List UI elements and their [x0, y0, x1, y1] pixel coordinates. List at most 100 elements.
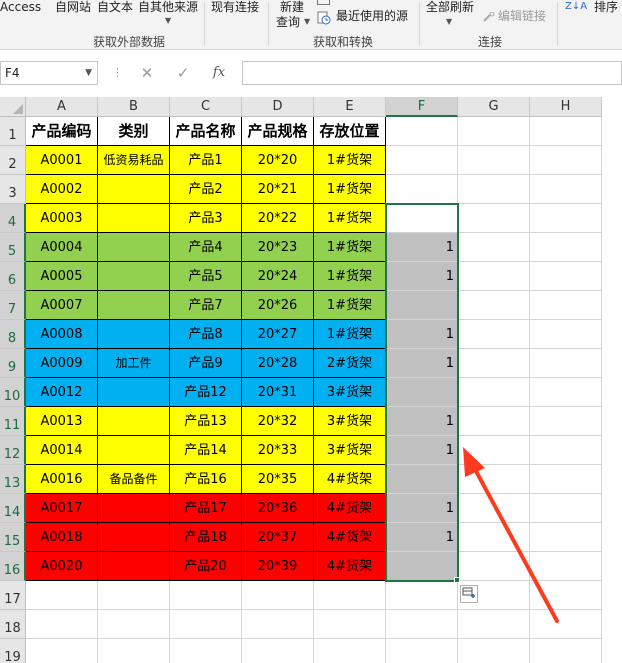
cell-e[interactable]: 1#货架: [314, 146, 386, 175]
cell-c[interactable]: 产品2: [170, 175, 242, 204]
cell-a[interactable]: A0013: [26, 407, 98, 436]
header-cell[interactable]: 产品编码: [26, 117, 98, 146]
cell-e[interactable]: 3#货架: [314, 436, 386, 465]
cell-b[interactable]: 备品备件: [98, 465, 170, 494]
cell-empty[interactable]: [386, 639, 458, 663]
column-header-f[interactable]: F: [386, 97, 458, 117]
cell-empty[interactable]: [242, 610, 314, 639]
cell-g[interactable]: [458, 204, 530, 233]
cell-a[interactable]: A0008: [26, 320, 98, 349]
from-text-button[interactable]: 自文本: [97, 0, 133, 14]
cell-c[interactable]: 产品8: [170, 320, 242, 349]
row-header-13[interactable]: 13: [0, 465, 26, 494]
cell-a[interactable]: A0002: [26, 175, 98, 204]
cell-f[interactable]: [386, 291, 458, 320]
column-header-b[interactable]: B: [98, 97, 170, 117]
column-header-g[interactable]: G: [458, 97, 530, 117]
cell-empty[interactable]: [530, 581, 602, 610]
cell-e[interactable]: 1#货架: [314, 233, 386, 262]
refresh-all-button[interactable]: 全部刷新: [426, 0, 474, 14]
cell-b[interactable]: [98, 291, 170, 320]
cell-g[interactable]: [458, 262, 530, 291]
cell-a[interactable]: A0001: [26, 146, 98, 175]
cell-c[interactable]: 产品5: [170, 262, 242, 291]
cell-b[interactable]: [98, 262, 170, 291]
column-header-h[interactable]: H: [530, 97, 602, 117]
cell-c[interactable]: 产品12: [170, 378, 242, 407]
row-header-12[interactable]: 12: [0, 436, 26, 465]
formula-input[interactable]: [242, 61, 622, 85]
cell-h[interactable]: [530, 494, 602, 523]
cell-c[interactable]: 产品7: [170, 291, 242, 320]
cell-h[interactable]: [530, 175, 602, 204]
cell-f[interactable]: 1: [386, 494, 458, 523]
cell-g[interactable]: [458, 291, 530, 320]
cell-f[interactable]: 1: [386, 436, 458, 465]
cell-empty[interactable]: [242, 581, 314, 610]
cell-e[interactable]: 1#货架: [314, 320, 386, 349]
cell-a[interactable]: A0018: [26, 523, 98, 552]
cell-g[interactable]: [458, 523, 530, 552]
cell-empty[interactable]: [458, 610, 530, 639]
cell-b[interactable]: [98, 523, 170, 552]
cell-e[interactable]: 1#货架: [314, 291, 386, 320]
cell-empty[interactable]: [458, 639, 530, 663]
cell-d[interactable]: 20*31: [242, 378, 314, 407]
cell-h[interactable]: [530, 465, 602, 494]
column-header-d[interactable]: D: [242, 97, 314, 117]
cell-a[interactable]: A0014: [26, 436, 98, 465]
select-all-button[interactable]: [0, 97, 26, 117]
cell-d[interactable]: 20*23: [242, 233, 314, 262]
cell-a[interactable]: A0016: [26, 465, 98, 494]
fill-handle[interactable]: [454, 577, 460, 583]
cell-d[interactable]: 20*28: [242, 349, 314, 378]
cell-empty[interactable]: [242, 639, 314, 663]
cell-g1[interactable]: [458, 117, 530, 146]
cell-g[interactable]: [458, 175, 530, 204]
cell-c[interactable]: 产品14: [170, 436, 242, 465]
cell-d[interactable]: 20*35: [242, 465, 314, 494]
cell-empty[interactable]: [530, 610, 602, 639]
cell-d[interactable]: 20*39: [242, 552, 314, 581]
cell-empty[interactable]: [314, 639, 386, 663]
cell-f[interactable]: 1: [386, 523, 458, 552]
cell-h[interactable]: [530, 407, 602, 436]
cell-d[interactable]: 20*22: [242, 204, 314, 233]
cell-empty[interactable]: [386, 610, 458, 639]
cell-f[interactable]: 1: [386, 233, 458, 262]
header-cell[interactable]: 存放位置: [314, 117, 386, 146]
column-header-c[interactable]: C: [170, 97, 242, 117]
cell-f[interactable]: [386, 465, 458, 494]
cell-e[interactable]: 1#货架: [314, 262, 386, 291]
row-header-8[interactable]: 8: [0, 320, 26, 349]
sort-za-icon[interactable]: Z↓A: [565, 0, 587, 14]
row-header-19[interactable]: 19: [0, 639, 26, 663]
cell-g[interactable]: [458, 146, 530, 175]
row-header-5[interactable]: 5: [0, 233, 26, 262]
row-header-18[interactable]: 18: [0, 610, 26, 639]
cell-f[interactable]: [386, 175, 458, 204]
cell-c[interactable]: 产品17: [170, 494, 242, 523]
cell-g[interactable]: [458, 320, 530, 349]
cell-empty[interactable]: [98, 610, 170, 639]
cell-a[interactable]: A0020: [26, 552, 98, 581]
cell-a[interactable]: A0009: [26, 349, 98, 378]
cell-f[interactable]: [386, 146, 458, 175]
header-cell[interactable]: 产品规格: [242, 117, 314, 146]
cell-empty[interactable]: [386, 581, 458, 610]
row-header-4[interactable]: 4: [0, 204, 26, 233]
cell-g[interactable]: [458, 407, 530, 436]
cell-f[interactable]: 1: [386, 407, 458, 436]
cell-c[interactable]: 产品9: [170, 349, 242, 378]
cell-h[interactable]: [530, 523, 602, 552]
cell-e[interactable]: 4#货架: [314, 523, 386, 552]
from-other-sources-button[interactable]: 自其他来源: [138, 0, 198, 14]
recent-sources-icon[interactable]: [317, 10, 331, 25]
cell-empty[interactable]: [170, 639, 242, 663]
cell-d[interactable]: 20*26: [242, 291, 314, 320]
row-header-14[interactable]: 14: [0, 494, 26, 523]
cell-d[interactable]: 20*21: [242, 175, 314, 204]
row-header-15[interactable]: 15: [0, 523, 26, 552]
cell-g[interactable]: [458, 465, 530, 494]
header-cell[interactable]: 类别: [98, 117, 170, 146]
